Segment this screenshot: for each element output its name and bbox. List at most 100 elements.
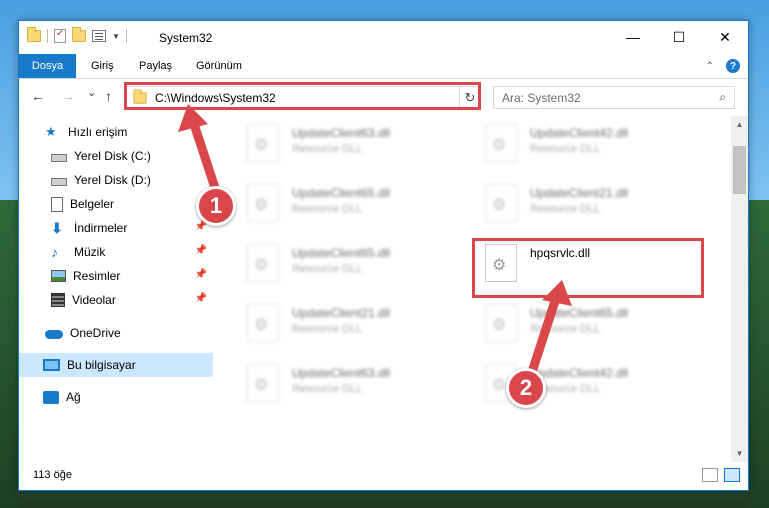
scroll-up-arrow-icon[interactable]: ▲ <box>731 116 748 133</box>
quick-access-toolbar: ▼ <box>27 27 127 43</box>
dll-file-icon <box>485 184 517 222</box>
sidebar-item-documents[interactable]: Belgeler 📌 <box>19 192 213 216</box>
tab-view[interactable]: Görünüm <box>184 54 254 78</box>
step-1-badge: 1 <box>196 186 236 226</box>
sidebar-item-label: Ağ <box>66 390 81 404</box>
file-type: Resource DLL <box>530 203 601 215</box>
maximize-button[interactable]: ☐ <box>656 21 702 53</box>
sidebar-item-label: İndirmeler <box>74 221 128 235</box>
pin-icon[interactable]: 📌 <box>195 269 207 280</box>
chevron-down-icon[interactable]: ▼ <box>112 32 120 41</box>
navigation-pane: ★ Hızlı erişim Yerel Disk (C:) Yerel Dis… <box>19 116 213 462</box>
folder-icon <box>27 27 41 42</box>
search-input[interactable]: Ara: System32 ⌕ <box>493 86 735 109</box>
file-type: Resource DLL <box>292 383 363 395</box>
status-bar: 113 öğe <box>19 462 748 490</box>
desktop-background-left <box>0 200 20 508</box>
download-icon: ⬇ <box>51 220 63 236</box>
sidebar-item-local-disk-c[interactable]: Yerel Disk (C:) <box>19 144 213 168</box>
sidebar-item-label: Yerel Disk (D:) <box>74 173 151 187</box>
file-type: Resource DLL <box>530 143 601 155</box>
sidebar-item-network[interactable]: Ağ <box>19 385 213 409</box>
title-bar: ▼ System32 — ☐ ✕ <box>19 21 748 53</box>
file-item[interactable]: UpdateClient42.dll Resource DLL <box>475 118 705 170</box>
chevron-up-icon[interactable]: ⌃ <box>706 61 714 72</box>
forward-button[interactable]: → <box>61 88 75 104</box>
file-item[interactable]: UpdateClient21.dll Resource DLL <box>237 298 467 350</box>
properties-check-icon[interactable] <box>54 28 66 43</box>
up-button[interactable]: ↑ <box>105 88 112 104</box>
file-item[interactable]: UpdateClient65.dll Resource DLL <box>475 298 705 350</box>
picture-icon <box>51 270 66 282</box>
dll-file-icon <box>247 244 279 282</box>
scroll-down-arrow-icon[interactable]: ▼ <box>731 445 748 462</box>
file-type: Resource DLL <box>292 143 363 155</box>
file-name: UpdateClient65.dll <box>292 246 391 260</box>
star-icon: ★ <box>45 124 57 139</box>
file-type: Resource DLL <box>292 323 363 335</box>
sidebar-item-onedrive[interactable]: OneDrive <box>19 321 213 345</box>
file-type: Resource DLL <box>292 203 363 215</box>
window-controls: — ☐ ✕ <box>610 21 748 53</box>
sidebar-item-label: Bu bilgisayar <box>67 358 136 372</box>
tab-share[interactable]: Paylaş <box>127 54 184 78</box>
cloud-icon <box>45 330 63 339</box>
sidebar-item-videos[interactable]: Videolar 📌 <box>19 288 213 312</box>
sidebar-item-local-disk-d[interactable]: Yerel Disk (D:) <box>19 168 213 192</box>
item-count: 113 öğe <box>33 469 72 481</box>
step-2-badge: 2 <box>506 368 546 408</box>
address-bar-highlight <box>124 82 481 110</box>
sidebar-item-label: Videolar <box>72 293 116 307</box>
details-view-icon[interactable] <box>702 468 718 482</box>
file-item[interactable]: UpdateClient65.dll Resource DLL <box>237 178 467 230</box>
network-icon <box>43 390 59 404</box>
dll-file-icon <box>247 304 279 342</box>
dll-file-icon <box>247 364 279 402</box>
new-folder-icon[interactable] <box>72 27 86 42</box>
sidebar-item-label: Müzik <box>74 245 106 259</box>
sidebar-item-quick-access[interactable]: ★ Hızlı erişim <box>19 120 213 144</box>
ribbon-controls: ⌃ ? <box>706 59 740 73</box>
file-name: UpdateClient65.dll <box>292 186 391 200</box>
music-icon: ♪ <box>51 244 58 260</box>
dll-file-icon <box>247 184 279 222</box>
dll-file-icon <box>485 304 517 342</box>
sidebar-item-downloads[interactable]: ⬇ İndirmeler 📌 <box>19 216 213 240</box>
search-icon[interactable]: ⌕ <box>719 90 726 105</box>
computer-icon <box>43 359 60 371</box>
sidebar-item-this-pc[interactable]: Bu bilgisayar <box>19 353 213 377</box>
back-button[interactable]: ← <box>31 88 45 104</box>
sidebar-item-music[interactable]: ♪ Müzik 📌 <box>19 240 213 264</box>
sidebar-item-pictures[interactable]: Resimler 📌 <box>19 264 213 288</box>
disk-icon <box>51 178 67 186</box>
divider <box>125 29 127 43</box>
desktop-background-right <box>747 200 769 508</box>
close-button[interactable]: ✕ <box>702 21 748 53</box>
file-item[interactable]: UpdateClient21.dll Resource DLL <box>475 178 705 230</box>
file-name: UpdateClient63.dll <box>292 366 391 380</box>
help-icon[interactable]: ? <box>726 59 740 73</box>
pin-icon[interactable]: 📌 <box>195 293 207 304</box>
tab-file[interactable]: Dosya <box>19 54 76 78</box>
vertical-scrollbar[interactable]: ▲ ▼ <box>731 116 748 462</box>
scrollbar-thumb[interactable] <box>733 146 746 194</box>
tab-home[interactable]: Giriş <box>79 54 126 78</box>
file-name: UpdateClient65.dll <box>530 306 629 320</box>
recent-locations-button[interactable]: ⌄ <box>87 86 96 99</box>
file-item[interactable]: UpdateClient63.dll Resource DLL <box>237 118 467 170</box>
tiles-view-icon[interactable] <box>724 468 740 482</box>
file-type: Resource DLL <box>292 263 363 275</box>
minimize-button[interactable]: — <box>610 21 656 53</box>
file-item[interactable]: UpdateClient65.dll Resource DLL <box>237 238 467 290</box>
sidebar-item-label: Resimler <box>73 269 121 283</box>
file-name: UpdateClient42.dll <box>530 366 629 380</box>
customize-icon[interactable] <box>92 30 106 42</box>
file-name: UpdateClient21.dll <box>292 306 391 320</box>
document-icon <box>51 196 63 212</box>
pin-icon[interactable]: 📌 <box>195 245 207 256</box>
file-item[interactable]: UpdateClient63.dll Resource DLL <box>237 358 467 410</box>
disk-icon <box>51 154 67 162</box>
sidebar-item-label: Yerel Disk (C:) <box>74 149 151 163</box>
file-name: UpdateClient42.dll <box>530 126 629 140</box>
search-placeholder: Ara: System32 <box>502 91 581 105</box>
